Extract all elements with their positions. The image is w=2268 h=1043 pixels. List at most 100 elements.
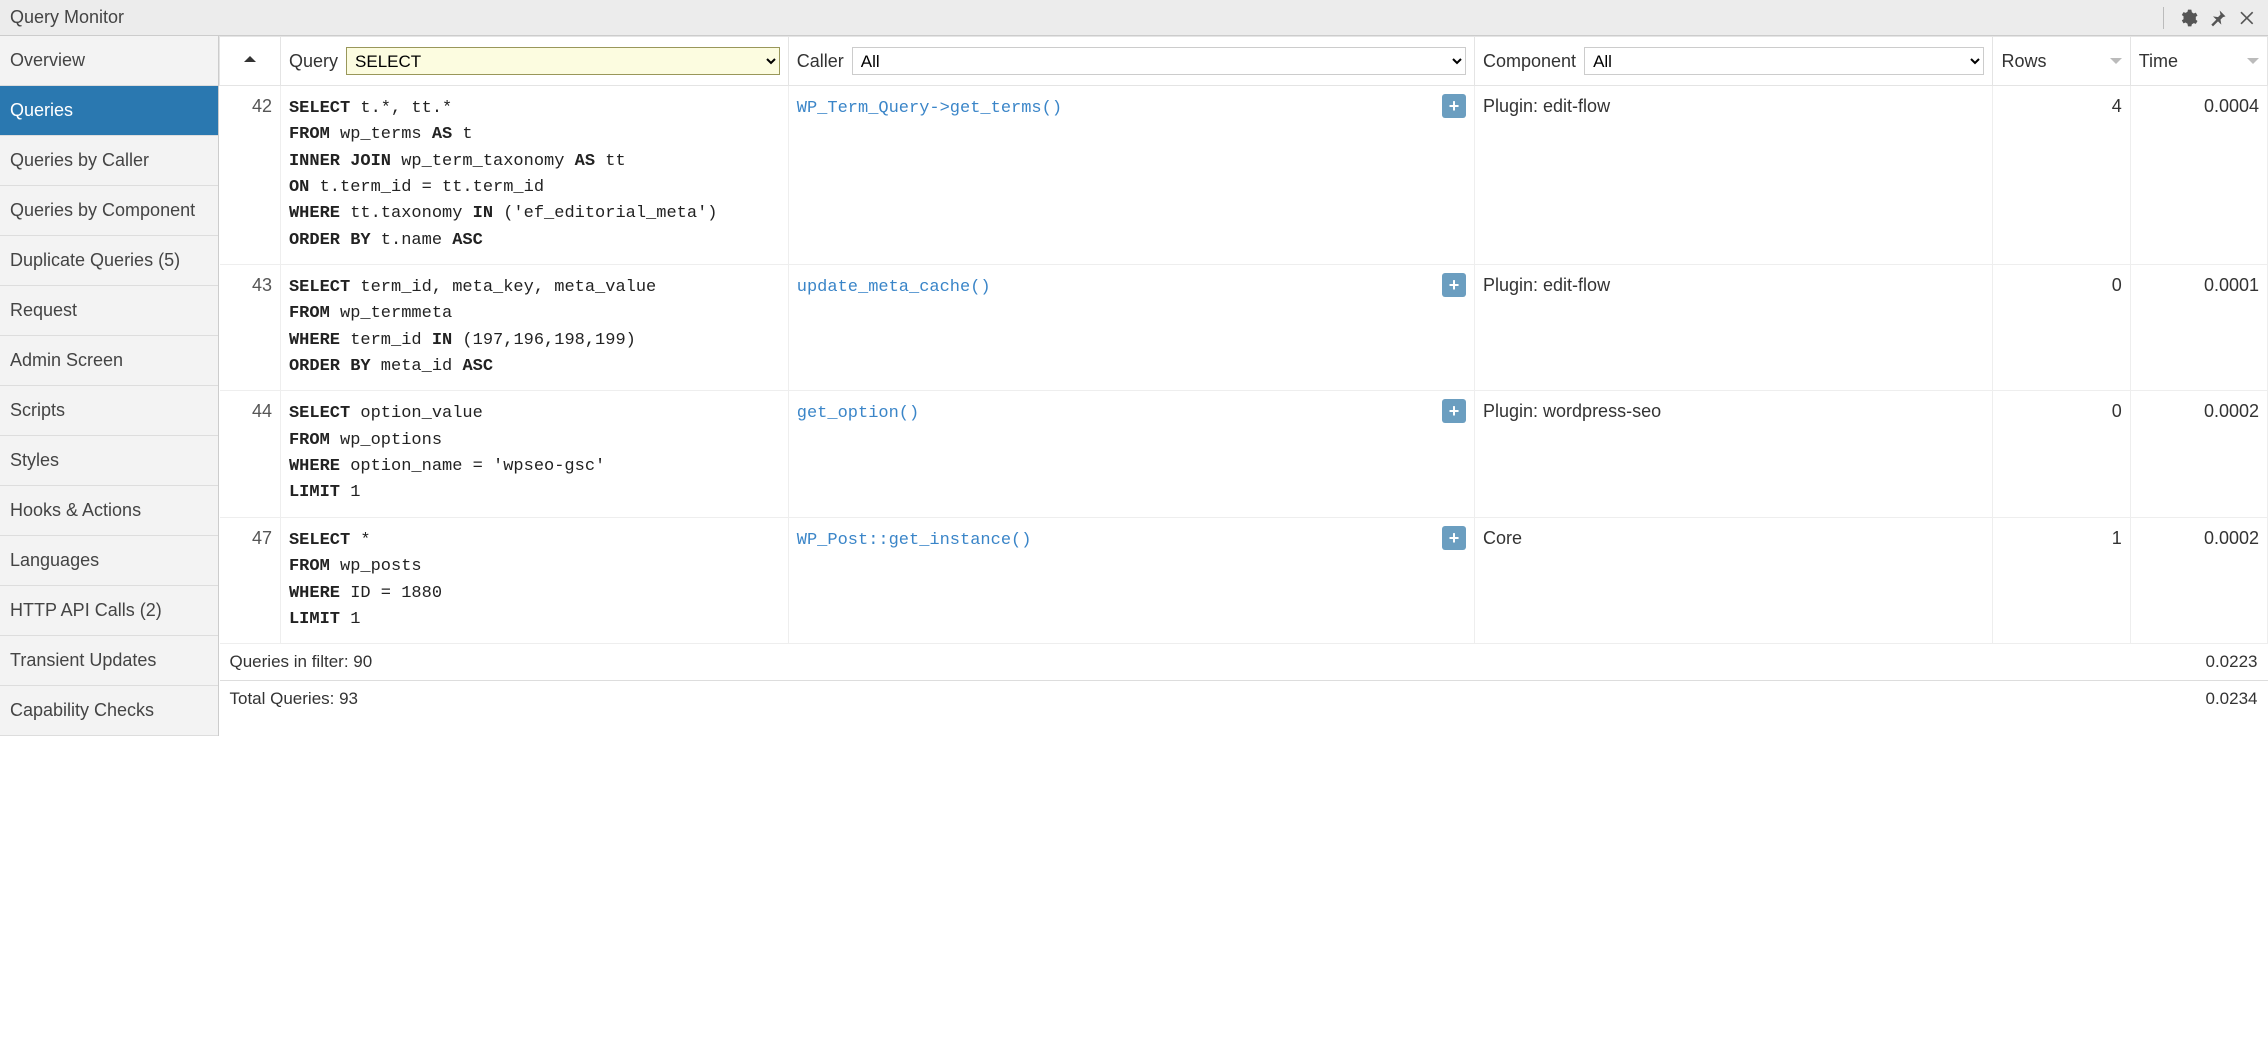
expand-caller-button[interactable]: +: [1442, 273, 1466, 297]
sort-icon: [2110, 58, 2122, 70]
row-time: 0.0001: [2130, 265, 2267, 391]
col-query-label: Query: [289, 51, 338, 72]
row-rows: 0: [1993, 391, 2130, 517]
query-filter-select[interactable]: SELECT: [346, 47, 780, 75]
main-content: Query SELECT Caller All: [219, 36, 2268, 736]
sidebar-item-label: Admin Screen: [10, 350, 123, 370]
caller-link[interactable]: WP_Post::get_instance(): [797, 531, 1032, 550]
row-number: 47: [220, 517, 281, 643]
sidebar-item-label: Duplicate Queries (5): [10, 250, 180, 270]
row-time: 0.0004: [2130, 86, 2267, 265]
row-number: 42: [220, 86, 281, 265]
sidebar-item-hooks-actions[interactable]: Hooks & Actions: [0, 486, 218, 536]
row-time: 0.0002: [2130, 391, 2267, 517]
sidebar-item-label: Styles: [10, 450, 59, 470]
expand-caller-button[interactable]: +: [1442, 399, 1466, 423]
col-time-header[interactable]: Time: [2130, 37, 2267, 86]
sidebar-item-duplicate-queries-5[interactable]: Duplicate Queries (5): [0, 236, 218, 286]
row-rows: 0: [1993, 265, 2130, 391]
sidebar-item-label: Queries by Caller: [10, 150, 149, 170]
sidebar-item-scripts[interactable]: Scripts: [0, 386, 218, 436]
sidebar-item-label: Capability Checks: [10, 700, 154, 720]
sql-code: SELECT t.*, tt.* FROM wp_terms AS t INNE…: [289, 96, 780, 254]
pin-icon[interactable]: [2208, 8, 2228, 28]
sidebar-item-label: Request: [10, 300, 77, 320]
sql-code: SELECT * FROM wp_posts WHERE ID = 1880 L…: [289, 528, 780, 633]
col-component-label: Component: [1483, 51, 1576, 72]
row-component: Plugin: wordpress-seo: [1475, 391, 1993, 517]
row-number: 44: [220, 391, 281, 517]
col-num-header[interactable]: [220, 37, 281, 86]
sidebar-item-label: HTTP API Calls (2): [10, 600, 162, 620]
row-query: SELECT term_id, meta_key, meta_value FRO…: [280, 265, 788, 391]
footer-filter-row: Queries in filter: 90 0.0223: [220, 644, 2268, 681]
col-component-header: Component All: [1475, 37, 1993, 86]
footer-filter-time: 0.0223: [2130, 644, 2267, 681]
titlebar-separator: [2163, 7, 2164, 29]
panel-title: Query Monitor: [10, 7, 124, 28]
caller-link[interactable]: update_meta_cache(): [797, 278, 991, 297]
sidebar-item-label: Scripts: [10, 400, 65, 420]
expand-caller-button[interactable]: +: [1442, 526, 1466, 550]
sidebar-item-request[interactable]: Request: [0, 286, 218, 336]
row-rows: 4: [1993, 86, 2130, 265]
sidebar-item-queries[interactable]: Queries: [0, 86, 218, 136]
row-time: 0.0002: [2130, 517, 2267, 643]
row-caller: WP_Post::get_instance() +: [788, 517, 1474, 643]
caller-link[interactable]: get_option(): [797, 404, 919, 423]
row-component: Plugin: edit-flow: [1475, 265, 1993, 391]
sidebar-item-queries-by-caller[interactable]: Queries by Caller: [0, 136, 218, 186]
sidebar-item-label: Hooks & Actions: [10, 500, 141, 520]
caller-link[interactable]: WP_Term_Query->get_terms(): [797, 99, 1062, 118]
sidebar-item-languages[interactable]: Languages: [0, 536, 218, 586]
row-caller: get_option() +: [788, 391, 1474, 517]
col-query-header: Query SELECT: [280, 37, 788, 86]
table-row: 47SELECT * FROM wp_posts WHERE ID = 1880…: [220, 517, 2268, 643]
sidebar-item-capability-checks[interactable]: Capability Checks: [0, 686, 218, 736]
component-filter-select[interactable]: All: [1584, 47, 1984, 75]
col-time-label: Time: [2139, 51, 2178, 72]
sidebar-item-label: Transient Updates: [10, 650, 156, 670]
sort-icon: [2247, 58, 2259, 70]
row-component: Core: [1475, 517, 1993, 643]
titlebar: Query Monitor: [0, 0, 2268, 36]
col-rows-header[interactable]: Rows: [1993, 37, 2130, 86]
expand-caller-button[interactable]: +: [1442, 94, 1466, 118]
sql-code: SELECT term_id, meta_key, meta_value FRO…: [289, 275, 780, 380]
sidebar-item-transient-updates[interactable]: Transient Updates: [0, 636, 218, 686]
close-icon[interactable]: [2238, 8, 2258, 28]
caller-filter-select[interactable]: All: [852, 47, 1466, 75]
row-query: SELECT t.*, tt.* FROM wp_terms AS t INNE…: [280, 86, 788, 265]
gear-icon[interactable]: [2178, 8, 2198, 28]
sidebar-item-styles[interactable]: Styles: [0, 436, 218, 486]
row-caller: WP_Term_Query->get_terms() +: [788, 86, 1474, 265]
sidebar-item-admin-screen[interactable]: Admin Screen: [0, 336, 218, 386]
row-component: Plugin: edit-flow: [1475, 86, 1993, 265]
row-query: SELECT * FROM wp_posts WHERE ID = 1880 L…: [280, 517, 788, 643]
footer-filter-label: Queries in filter: 90: [220, 644, 2131, 681]
sidebar-item-label: Languages: [10, 550, 99, 570]
sort-asc-icon: [244, 50, 256, 62]
col-rows-label: Rows: [2001, 51, 2046, 72]
table-row: 42SELECT t.*, tt.* FROM wp_terms AS t IN…: [220, 86, 2268, 265]
sidebar-item-queries-by-component[interactable]: Queries by Component: [0, 186, 218, 236]
sidebar-item-label: Overview: [10, 50, 85, 70]
row-caller: update_meta_cache() +: [788, 265, 1474, 391]
sidebar-item-http-api-calls-2[interactable]: HTTP API Calls (2): [0, 586, 218, 636]
col-caller-header: Caller All: [788, 37, 1474, 86]
sidebar-item-label: Queries by Component: [10, 200, 195, 220]
sidebar: Overview Queries Queries by Caller Queries …: [0, 36, 219, 736]
table-row: 44SELECT option_value FROM wp_options WH…: [220, 391, 2268, 517]
row-rows: 1: [1993, 517, 2130, 643]
col-caller-label: Caller: [797, 51, 844, 72]
row-number: 43: [220, 265, 281, 391]
footer-total-time: 0.0234: [2130, 681, 2267, 718]
table-row: 43SELECT term_id, meta_key, meta_value F…: [220, 265, 2268, 391]
footer-total-row: Total Queries: 93 0.0234: [220, 681, 2268, 718]
row-query: SELECT option_value FROM wp_options WHER…: [280, 391, 788, 517]
sidebar-item-overview[interactable]: Overview: [0, 36, 218, 86]
sql-code: SELECT option_value FROM wp_options WHER…: [289, 401, 780, 506]
sidebar-item-label: Queries: [10, 100, 73, 120]
titlebar-icons: [2163, 7, 2258, 29]
footer-total-label: Total Queries: 93: [220, 681, 2131, 718]
